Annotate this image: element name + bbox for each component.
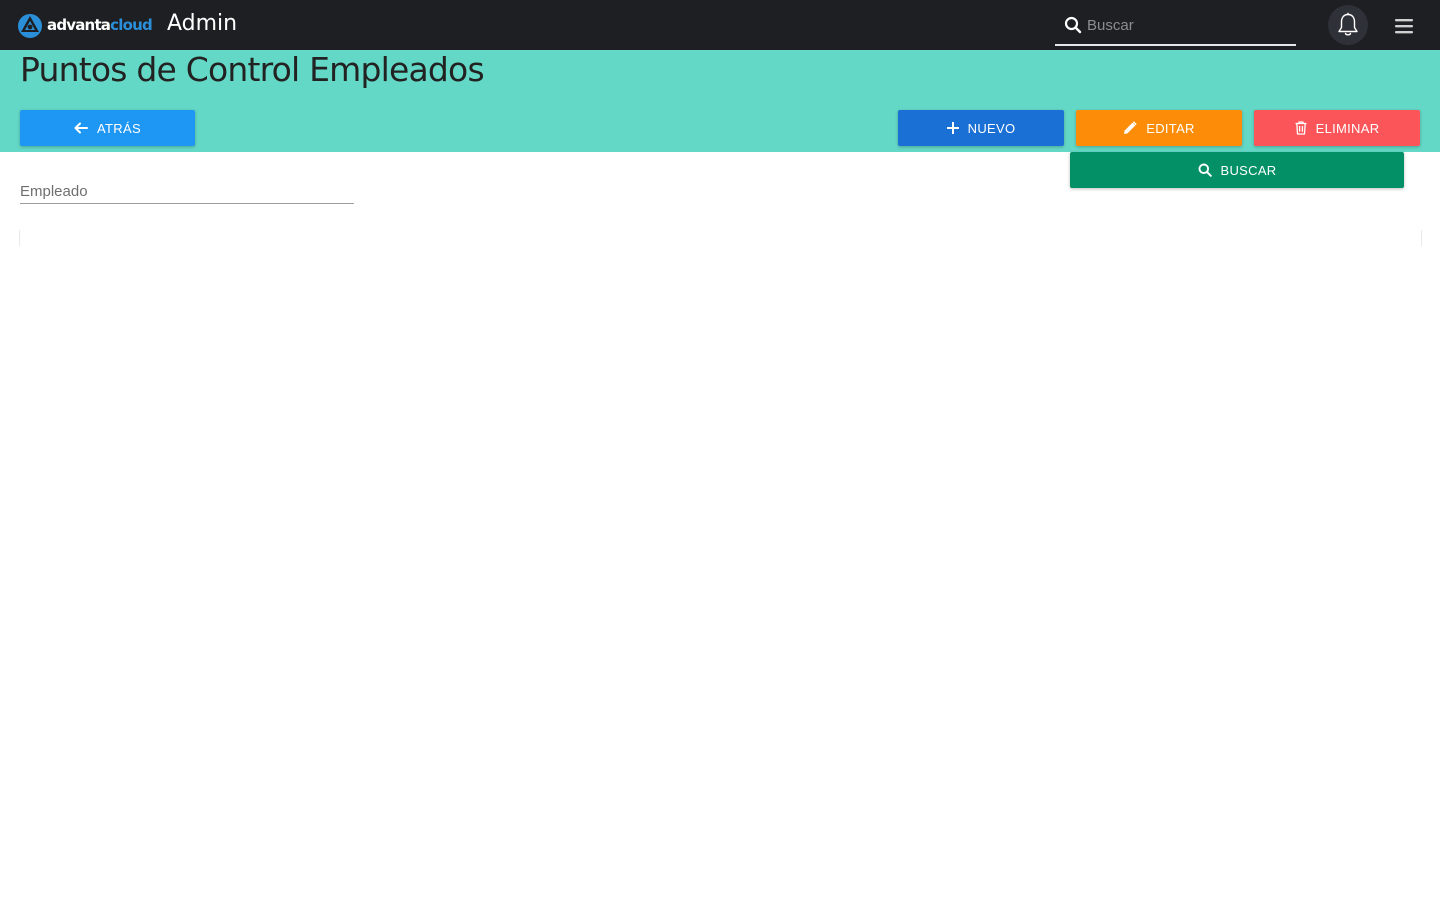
advantacloud-logo[interactable]: advantacloud <box>16 10 153 40</box>
edit-button-label: EDITAR <box>1146 120 1195 136</box>
advantacloud-logo-icon <box>18 14 42 38</box>
employee-input[interactable] <box>20 180 354 202</box>
delete-button-label: ELIMINAR <box>1315 120 1380 136</box>
top-navbar: advantacloud Admin <box>0 0 1440 50</box>
back-button[interactable]: ATRÁS <box>20 110 195 146</box>
results-table <box>19 230 1422 246</box>
app-name: Admin <box>167 11 238 36</box>
pencil-icon <box>1123 121 1137 135</box>
search-icon <box>1198 163 1212 177</box>
page-title: Puntos de Control Empleados <box>20 50 485 89</box>
global-search[interactable] <box>1055 6 1296 46</box>
arrow-left-icon <box>74 122 89 134</box>
notifications-button[interactable] <box>1328 5 1368 45</box>
edit-button[interactable]: EDITAR <box>1076 110 1242 146</box>
trash-icon <box>1295 121 1307 135</box>
delete-button[interactable]: ELIMINAR <box>1254 110 1420 146</box>
new-button[interactable]: NUEVO <box>898 110 1064 146</box>
bell-icon <box>1338 12 1358 36</box>
search-input[interactable] <box>1087 14 1287 36</box>
search-button-label: BUSCAR <box>1220 162 1277 178</box>
hamburger-menu-icon <box>1395 19 1413 34</box>
logo-text: advantacloud <box>47 16 153 34</box>
new-button-label: NUEVO <box>967 120 1016 136</box>
search-icon <box>1064 16 1082 34</box>
employee-field[interactable] <box>20 180 354 204</box>
search-button[interactable]: BUSCAR <box>1070 152 1404 188</box>
back-button-label: ATRÁS <box>97 120 141 136</box>
main-menu-button[interactable] <box>1392 15 1416 37</box>
plus-icon <box>946 122 959 134</box>
